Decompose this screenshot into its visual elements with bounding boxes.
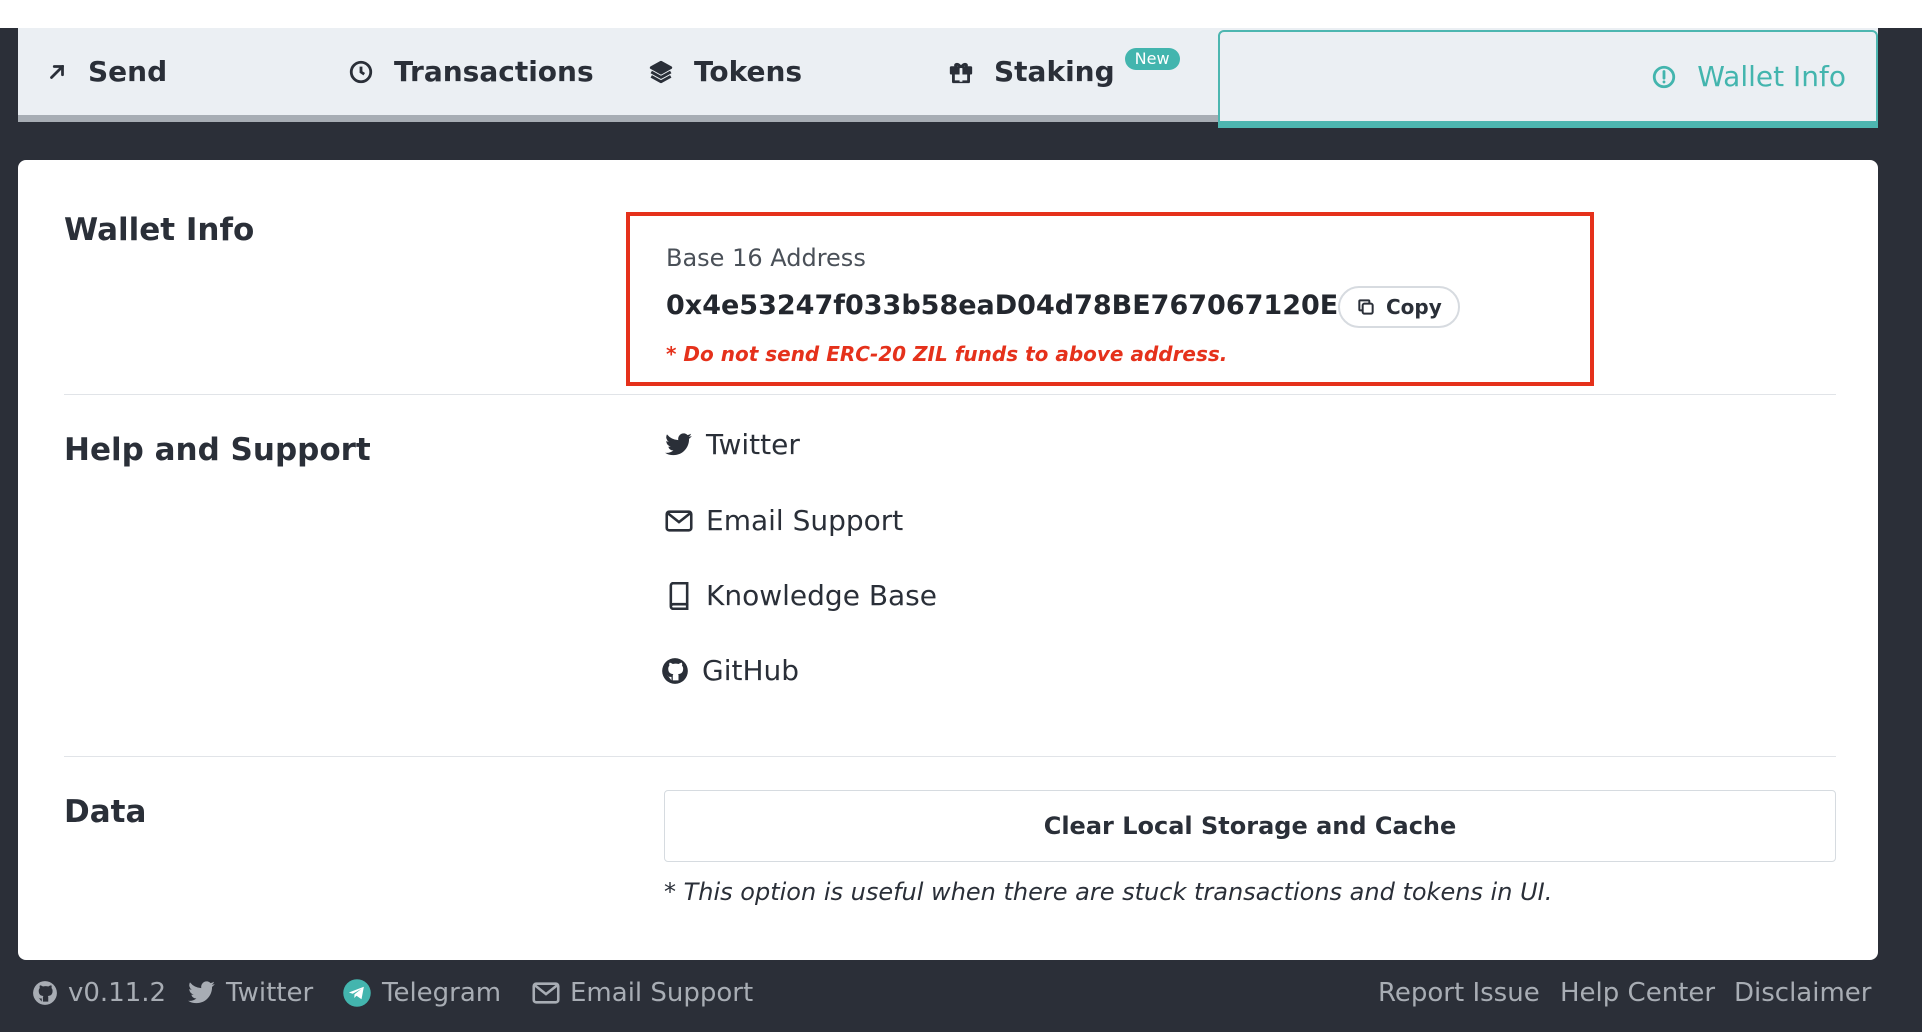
tab-transactions-label: Transactions [394, 55, 594, 88]
tab-transactions[interactable]: Transactions [348, 28, 594, 115]
data-title: Data [64, 794, 147, 830]
clear-storage-note: * This option is useful when there are s… [664, 878, 1553, 906]
footer-disclaimer-label: Disclaimer [1734, 978, 1872, 1008]
footer-telegram-label: Telegram [382, 978, 502, 1008]
tab-send-label: Send [88, 55, 168, 88]
layers-icon [648, 59, 674, 85]
arrow-up-right-icon [46, 61, 68, 83]
copy-button-label: Copy [1386, 295, 1442, 319]
copy-icon [1356, 297, 1376, 317]
alert-circle-icon [1651, 64, 1677, 90]
footer: v0.11.2 Twitter Telegram Email Support R… [0, 960, 1922, 1032]
footer-help-center[interactable]: Help Center [1560, 978, 1715, 1008]
settings-panel: Wallet Info Base 16 Address 0x4e53247f03… [18, 160, 1878, 960]
help-title: Help and Support [64, 432, 371, 468]
help-item-knowledge-base-label: Knowledge Base [706, 579, 937, 612]
github-icon [32, 980, 58, 1006]
copy-button[interactable]: Copy [1338, 286, 1460, 328]
help-item-knowledge-base[interactable]: Knowledge Base [664, 579, 937, 612]
footer-report-issue[interactable]: Report Issue [1378, 978, 1540, 1008]
footer-version-label: v0.11.2 [68, 978, 167, 1008]
address-value: 0x4e53247f033b58eaD04d78BE767067120E90EC… [666, 290, 1453, 321]
tab-wallet-info[interactable]: Wallet Info [1218, 30, 1878, 128]
tab-send[interactable]: Send [46, 28, 167, 115]
footer-email-support[interactable]: Email Support [532, 978, 753, 1008]
new-badge: New [1124, 47, 1180, 70]
telegram-icon [342, 978, 372, 1008]
twitter-icon [188, 981, 216, 1005]
footer-version[interactable]: v0.11.2 [32, 978, 166, 1008]
help-item-email-label: Email Support [706, 504, 904, 537]
wallet-info-title: Wallet Info [64, 212, 255, 248]
footer-help-center-label: Help Center [1560, 978, 1716, 1008]
gift-icon [948, 59, 974, 85]
footer-disclaimer[interactable]: Disclaimer [1734, 978, 1871, 1008]
tab-staking[interactable]: Staking New [948, 28, 1180, 115]
clock-icon [348, 59, 374, 85]
footer-telegram[interactable]: Telegram [342, 978, 501, 1008]
help-item-twitter[interactable]: Twitter [664, 428, 800, 461]
mail-icon [664, 506, 694, 536]
address-label: Base 16 Address [666, 244, 866, 272]
tab-wallet-info-label: Wallet Info [1697, 60, 1846, 93]
book-icon [664, 581, 694, 611]
tab-staking-label: Staking [994, 55, 1115, 88]
divider-1 [64, 394, 1836, 395]
footer-twitter[interactable]: Twitter [188, 978, 313, 1008]
top-strip [0, 0, 1922, 28]
help-item-github[interactable]: GitHub [660, 654, 799, 687]
address-box: Base 16 Address 0x4e53247f033b58eaD04d78… [626, 212, 1594, 386]
footer-twitter-label: Twitter [226, 978, 314, 1008]
github-icon [660, 656, 690, 686]
address-warning: * Do not send ERC-20 ZIL funds to above … [666, 342, 1228, 366]
clear-storage-button[interactable]: Clear Local Storage and Cache [664, 790, 1836, 862]
mail-icon [532, 981, 560, 1005]
tab-tokens[interactable]: Tokens [648, 28, 802, 115]
help-item-github-label: GitHub [702, 654, 800, 687]
footer-email-support-label: Email Support [570, 978, 754, 1008]
help-item-twitter-label: Twitter [706, 428, 800, 461]
divider-2 [64, 756, 1836, 757]
tab-tokens-label: Tokens [694, 55, 803, 88]
twitter-icon [664, 430, 694, 460]
tab-bar: Send Transactions Tokens Staking New Wal… [18, 28, 1878, 128]
footer-report-issue-label: Report Issue [1378, 978, 1540, 1008]
help-item-email[interactable]: Email Support [664, 504, 903, 537]
